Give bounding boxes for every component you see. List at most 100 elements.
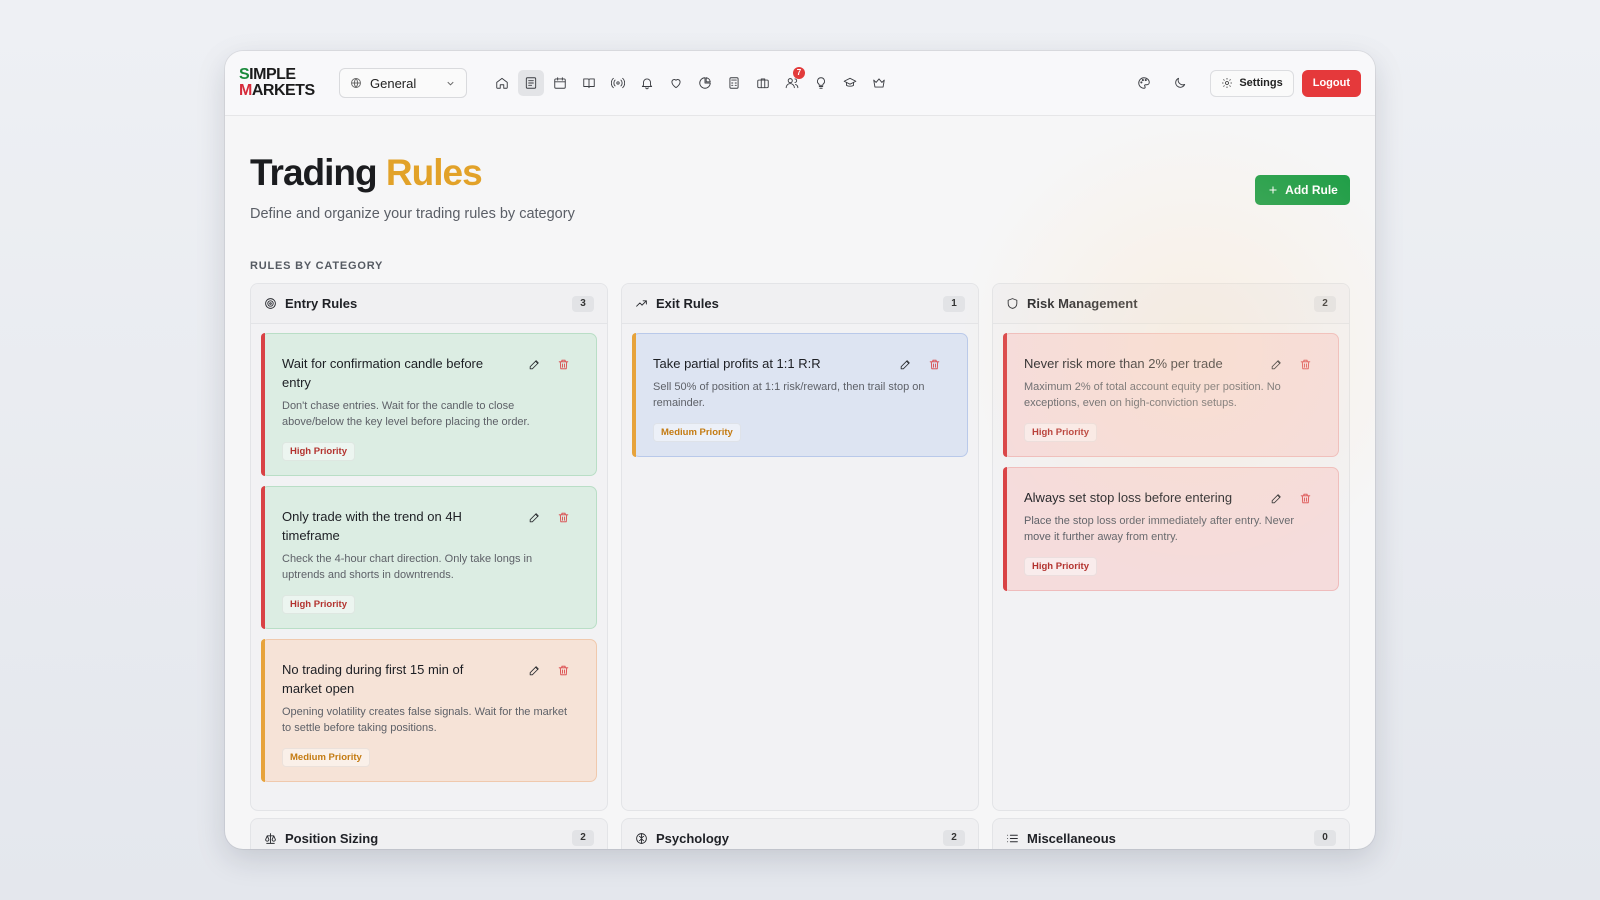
palette-icon xyxy=(1138,77,1151,89)
logout-button[interactable]: Logout xyxy=(1301,69,1361,97)
nav-book[interactable] xyxy=(576,70,602,96)
edit-button[interactable] xyxy=(1270,358,1283,376)
trash-icon xyxy=(558,359,569,370)
settings-label: Settings xyxy=(1239,77,1283,89)
delete-button[interactable] xyxy=(557,358,570,376)
signal-icon xyxy=(611,77,625,89)
category-title: Miscellaneous xyxy=(1027,830,1116,846)
category-title: Risk Management xyxy=(1027,296,1138,311)
category-header: Exit Rules 1 xyxy=(622,284,978,324)
delete-button[interactable] xyxy=(557,511,570,529)
rule-card[interactable]: Never risk more than 2% per trade Maximu… xyxy=(1003,333,1339,457)
category-count: 2 xyxy=(1314,295,1336,312)
rule-card[interactable]: Wait for confirmation candle before entr… xyxy=(261,333,597,476)
nav-community[interactable]: 7 xyxy=(779,67,805,96)
delete-button[interactable] xyxy=(1299,358,1312,376)
pencil-icon xyxy=(900,360,910,370)
pencil-icon xyxy=(1271,494,1281,504)
category-count: 2 xyxy=(572,830,594,846)
rule-card[interactable]: Take partial profits at 1:1 R:R Sell 50%… xyxy=(632,333,968,457)
pencil-icon xyxy=(1271,360,1281,370)
header-tools: Settings Logout xyxy=(1130,69,1361,97)
nav-calculator[interactable] xyxy=(721,70,747,96)
app-window: SIMPLE MARKETS General 7 Settings Logout… xyxy=(225,51,1375,849)
theme-palette-button[interactable] xyxy=(1130,69,1158,97)
category-column-miscellaneous: Miscellaneous 0 xyxy=(992,818,1350,849)
logo-line-1: SIMPLE xyxy=(239,66,296,83)
add-rule-button[interactable]: Add Rule xyxy=(1255,175,1350,205)
priority-badge: High Priority xyxy=(282,442,356,461)
category-title: Exit Rules xyxy=(656,296,719,311)
globe-icon xyxy=(351,78,361,88)
main-content: Trading Rules Define and organize your t… xyxy=(250,116,1350,849)
pencil-icon xyxy=(529,360,539,370)
delete-button[interactable] xyxy=(557,664,570,682)
trash-icon xyxy=(1300,493,1311,504)
logo-line-2: MARKETS xyxy=(239,82,315,99)
nav-ideas[interactable] xyxy=(808,70,834,96)
rule-actions xyxy=(528,358,570,376)
workspace-select[interactable]: General xyxy=(339,68,467,98)
rule-card[interactable]: Always set stop loss before entering Pla… xyxy=(1003,467,1339,591)
trash-icon xyxy=(558,512,569,523)
rule-card[interactable]: No trading during first 15 min of market… xyxy=(261,639,597,782)
nav-education[interactable] xyxy=(837,70,863,96)
nav-portfolio[interactable] xyxy=(750,70,776,96)
shield-icon xyxy=(1007,298,1018,309)
trending-up-icon xyxy=(636,300,647,307)
moon-icon xyxy=(1175,77,1186,88)
delete-button[interactable] xyxy=(1299,492,1312,510)
category-column-risk-management: Risk Management 2 Never risk more than 2… xyxy=(992,283,1350,811)
page-title-main: Trading xyxy=(250,152,378,193)
priority-badge: High Priority xyxy=(1024,423,1098,442)
rule-description: Don't chase entries. Wait for the candle… xyxy=(282,400,530,428)
nav-calendar[interactable] xyxy=(547,70,573,96)
edit-button[interactable] xyxy=(528,358,541,376)
rule-actions xyxy=(899,358,941,376)
calendar-icon xyxy=(554,77,566,89)
edit-button[interactable] xyxy=(899,358,912,376)
nav-alerts[interactable] xyxy=(634,70,660,96)
target-icon xyxy=(265,298,276,309)
edit-button[interactable] xyxy=(1270,492,1283,510)
rule-card[interactable]: Only trade with the trend on 4H timefram… xyxy=(261,486,597,629)
brain-icon xyxy=(636,832,647,844)
category-column-position-sizing: Position Sizing 2 xyxy=(250,818,608,849)
list-icon xyxy=(1007,834,1018,842)
nav-home[interactable] xyxy=(489,70,515,96)
category-column-psychology: Psychology 2 xyxy=(621,818,979,849)
category-column-exit-rules: Exit Rules 1 Take partial profits at 1:1… xyxy=(621,283,979,811)
scale-icon xyxy=(265,832,276,844)
main-nav: 7 xyxy=(489,67,892,96)
nav-signals[interactable] xyxy=(605,70,631,96)
nav-favorites[interactable] xyxy=(663,70,689,96)
delete-button[interactable] xyxy=(928,358,941,376)
graduation-cap-icon xyxy=(843,77,857,87)
trash-icon xyxy=(929,359,940,370)
bell-icon xyxy=(641,78,653,90)
nav-analytics[interactable] xyxy=(692,70,718,96)
rule-actions xyxy=(528,511,570,529)
edit-button[interactable] xyxy=(528,511,541,529)
rule-description: Check the 4-hour chart direction. Only t… xyxy=(282,553,533,581)
notification-badge: 7 xyxy=(793,67,805,79)
pencil-icon xyxy=(529,513,539,523)
rule-description: Sell 50% of position at 1:1 risk/reward,… xyxy=(653,381,925,409)
category-column-entry-rules: Entry Rules 3 Wait for confirmation cand… xyxy=(250,283,608,811)
page-title: Trading Rules xyxy=(250,152,483,194)
nav-journal[interactable] xyxy=(518,70,544,96)
priority-badge: Medium Priority xyxy=(282,748,370,767)
category-header: Risk Management 2 xyxy=(993,284,1349,324)
section-label: RULES BY CATEGORY xyxy=(250,260,384,272)
dark-mode-toggle[interactable] xyxy=(1166,69,1194,97)
pencil-icon xyxy=(529,666,539,676)
briefcase-icon xyxy=(757,78,769,89)
category-title: Position Sizing xyxy=(285,830,379,846)
rule-list: Wait for confirmation candle before entr… xyxy=(251,324,607,791)
edit-button[interactable] xyxy=(528,664,541,682)
nav-premium[interactable] xyxy=(866,70,892,96)
rule-actions xyxy=(1270,358,1312,376)
settings-button[interactable]: Settings xyxy=(1210,69,1294,97)
book-icon xyxy=(583,78,595,89)
simple-markets-logo[interactable]: SIMPLE MARKETS xyxy=(239,65,321,101)
